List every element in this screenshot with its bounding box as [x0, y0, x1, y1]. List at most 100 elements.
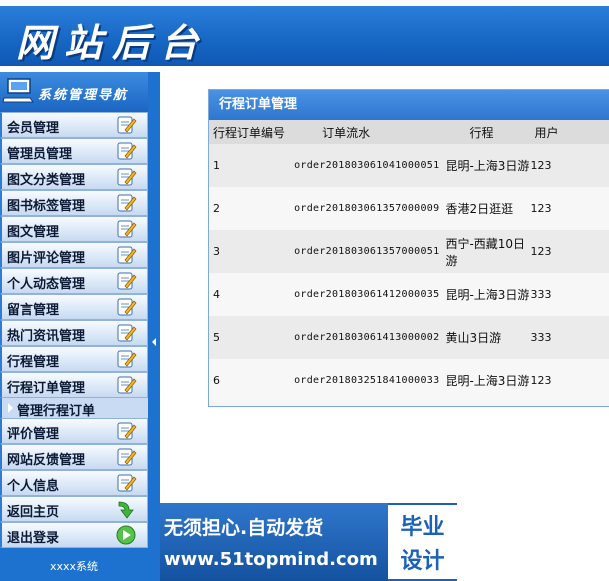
cell-serial: order201803061357000051	[294, 230, 446, 273]
notepad-pencil-icon	[117, 376, 137, 394]
sidebar-item-hot-news[interactable]: 热门资讯管理	[0, 320, 148, 346]
sidebar-item-label: 留言管理	[7, 303, 60, 318]
cell-user: 333	[530, 316, 587, 359]
watermark-slogan: 无须担心.自动发货	[164, 517, 324, 539]
cell-id: 3	[209, 230, 295, 273]
sidebar-menu: 会员管理 管理员管理 图文分类管理 图书标签管理 图文管理 图片评论管理 个人动…	[0, 112, 148, 548]
sidebar-subitem-label: 管理行程订单	[17, 404, 96, 419]
notepad-pencil-icon	[117, 350, 137, 368]
sidebar-item-trip-orders[interactable]: 行程订单管理	[0, 372, 148, 398]
sidebar-item-logout[interactable]: 退出登录	[0, 522, 148, 548]
sidebar-item-label: 会员管理	[7, 121, 60, 136]
notepad-pencil-icon	[117, 220, 137, 238]
notepad-pencil-icon	[117, 324, 137, 342]
table-row: 2 order201803061357000009 香港2日逛逛 123	[209, 187, 609, 230]
table-row: 6 order201803251841000033 昆明-上海3日游 123	[209, 359, 609, 402]
collapse-arrow-icon	[152, 338, 156, 346]
table-row: 1 order201803061041000051 昆明-上海3日游 123	[209, 144, 609, 187]
notepad-pencil-icon	[117, 116, 137, 134]
caret-right-icon	[8, 403, 13, 413]
sidebar-item-home[interactable]: 返回主页	[0, 496, 148, 522]
sidebar-item-posts[interactable]: 图文管理	[0, 216, 148, 242]
sidebar-item-label: 图文管理	[7, 225, 60, 240]
sidebar-item-label: 图文分类管理	[7, 173, 86, 188]
watermark-logo: 毕业 设计	[388, 505, 457, 579]
cell-id: 6	[209, 359, 295, 402]
notepad-pencil-icon	[117, 168, 137, 186]
sidebar-item-messages[interactable]: 留言管理	[0, 294, 148, 320]
panel-title: 行程订单管理	[209, 90, 609, 120]
col-header-serial: 订单流水	[294, 120, 446, 144]
sidebar-item-trips[interactable]: 行程管理	[0, 346, 148, 372]
cell-serial: order201803061357000009	[294, 187, 446, 230]
notepad-pencil-icon	[117, 474, 137, 492]
cell-price	[586, 273, 609, 316]
watermark-logo-line2: 设计	[400, 549, 445, 574]
col-header-user: 用户	[530, 120, 587, 144]
sidebar-item-members[interactable]: 会员管理	[0, 112, 148, 138]
sidebar-item-personal-feed[interactable]: 个人动态管理	[0, 268, 148, 294]
sidebar-item-reviews[interactable]: 评价管理	[0, 418, 148, 444]
cell-user: 123	[530, 187, 587, 230]
watermark-text-area: 无须担心.自动发货 www.51topmind.com	[160, 503, 388, 581]
table-row: 5 order201803061413000002 黄山3日游 333	[209, 316, 609, 359]
notepad-pencil-icon	[117, 298, 137, 316]
sidebar-item-label: 评价管理	[7, 427, 60, 442]
col-header-order-id: 行程订单编号	[209, 120, 295, 144]
cell-trip: 昆明-上海3日游	[445, 144, 531, 187]
header-bar: 网站后台	[0, 0, 609, 66]
cell-user: 333	[530, 273, 587, 316]
computer-icon	[2, 78, 34, 103]
table-row: 3 order201803061357000051 西宁-西藏10日游 123	[209, 230, 609, 273]
cell-trip: 昆明-上海3日游	[445, 359, 531, 402]
sidebar-toggle[interactable]	[148, 72, 160, 581]
cell-serial: order201803061041000051	[294, 144, 446, 187]
sidebar: 系统管理导航 会员管理 管理员管理 图文分类管理 图书标签管理 图文管理 图片评…	[0, 72, 160, 581]
sidebar-item-label: 管理员管理	[7, 147, 73, 162]
notepad-pencil-icon	[117, 448, 137, 466]
cell-serial: order201803061413000002	[294, 316, 446, 359]
green-arrow-icon	[118, 501, 134, 519]
sidebar-item-post-categories[interactable]: 图文分类管理	[0, 164, 148, 190]
sidebar-item-label: 行程管理	[7, 355, 60, 370]
watermark-url: www.51topmind.com	[164, 549, 378, 570]
sidebar-item-label: 网站反馈管理	[7, 453, 86, 468]
sidebar-heading: 系统管理导航	[0, 72, 160, 112]
cell-id: 5	[209, 316, 295, 359]
sidebar-item-label: 行程订单管理	[7, 381, 86, 396]
notepad-pencil-icon	[117, 422, 137, 440]
cell-serial: order201803251841000033	[294, 359, 446, 402]
sidebar-item-feedback[interactable]: 网站反馈管理	[0, 444, 148, 470]
trip-orders-panel: 行程订单管理 行程订单编号 订单流水 行程 用户 价 1 order201803…	[208, 89, 609, 407]
orders-table: 行程订单编号 订单流水 行程 用户 价 1 order2018030610410…	[209, 120, 609, 402]
notepad-pencil-icon	[117, 142, 137, 160]
cell-price	[586, 359, 609, 402]
cell-trip: 昆明-上海3日游	[445, 273, 531, 316]
sidebar-item-profile[interactable]: 个人信息	[0, 470, 148, 496]
green-play-icon	[116, 525, 136, 545]
cell-trip: 西宁-西藏10日游	[445, 230, 531, 273]
sidebar-item-label: 图片评论管理	[7, 251, 86, 266]
cell-price	[586, 144, 609, 187]
notepad-pencil-icon	[117, 246, 137, 264]
cell-serial: order201803061412000035	[294, 273, 446, 316]
cell-id: 1	[209, 144, 295, 187]
cell-user: 123	[530, 359, 587, 402]
cell-price	[586, 230, 609, 273]
watermark-logo-line1: 毕业	[400, 515, 445, 540]
app-root: 网站后台 系统管理导航 会员管理 管理员管理 图文分类管理 图书标签管理 图文管…	[0, 0, 609, 581]
sidebar-item-admins[interactable]: 管理员管理	[0, 138, 148, 164]
notepad-pencil-icon	[117, 194, 137, 212]
col-header-price: 价	[586, 120, 609, 144]
sidebar-item-image-comments[interactable]: 图片评论管理	[0, 242, 148, 268]
sidebar-subitem-manage-trip-orders[interactable]: 管理行程订单	[0, 398, 148, 419]
col-header-trip: 行程	[445, 120, 531, 144]
sidebar-item-label: 热门资讯管理	[7, 329, 86, 344]
cell-trip: 香港2日逛逛	[445, 187, 531, 230]
cell-id: 4	[209, 273, 295, 316]
notepad-pencil-icon	[117, 272, 137, 290]
cell-price	[586, 187, 609, 230]
sidebar-item-book-tags[interactable]: 图书标签管理	[0, 190, 148, 216]
cell-trip: 黄山3日游	[445, 316, 531, 359]
watermark-banner: 无须担心.自动发货 www.51topmind.com 毕业 设计	[160, 503, 457, 581]
